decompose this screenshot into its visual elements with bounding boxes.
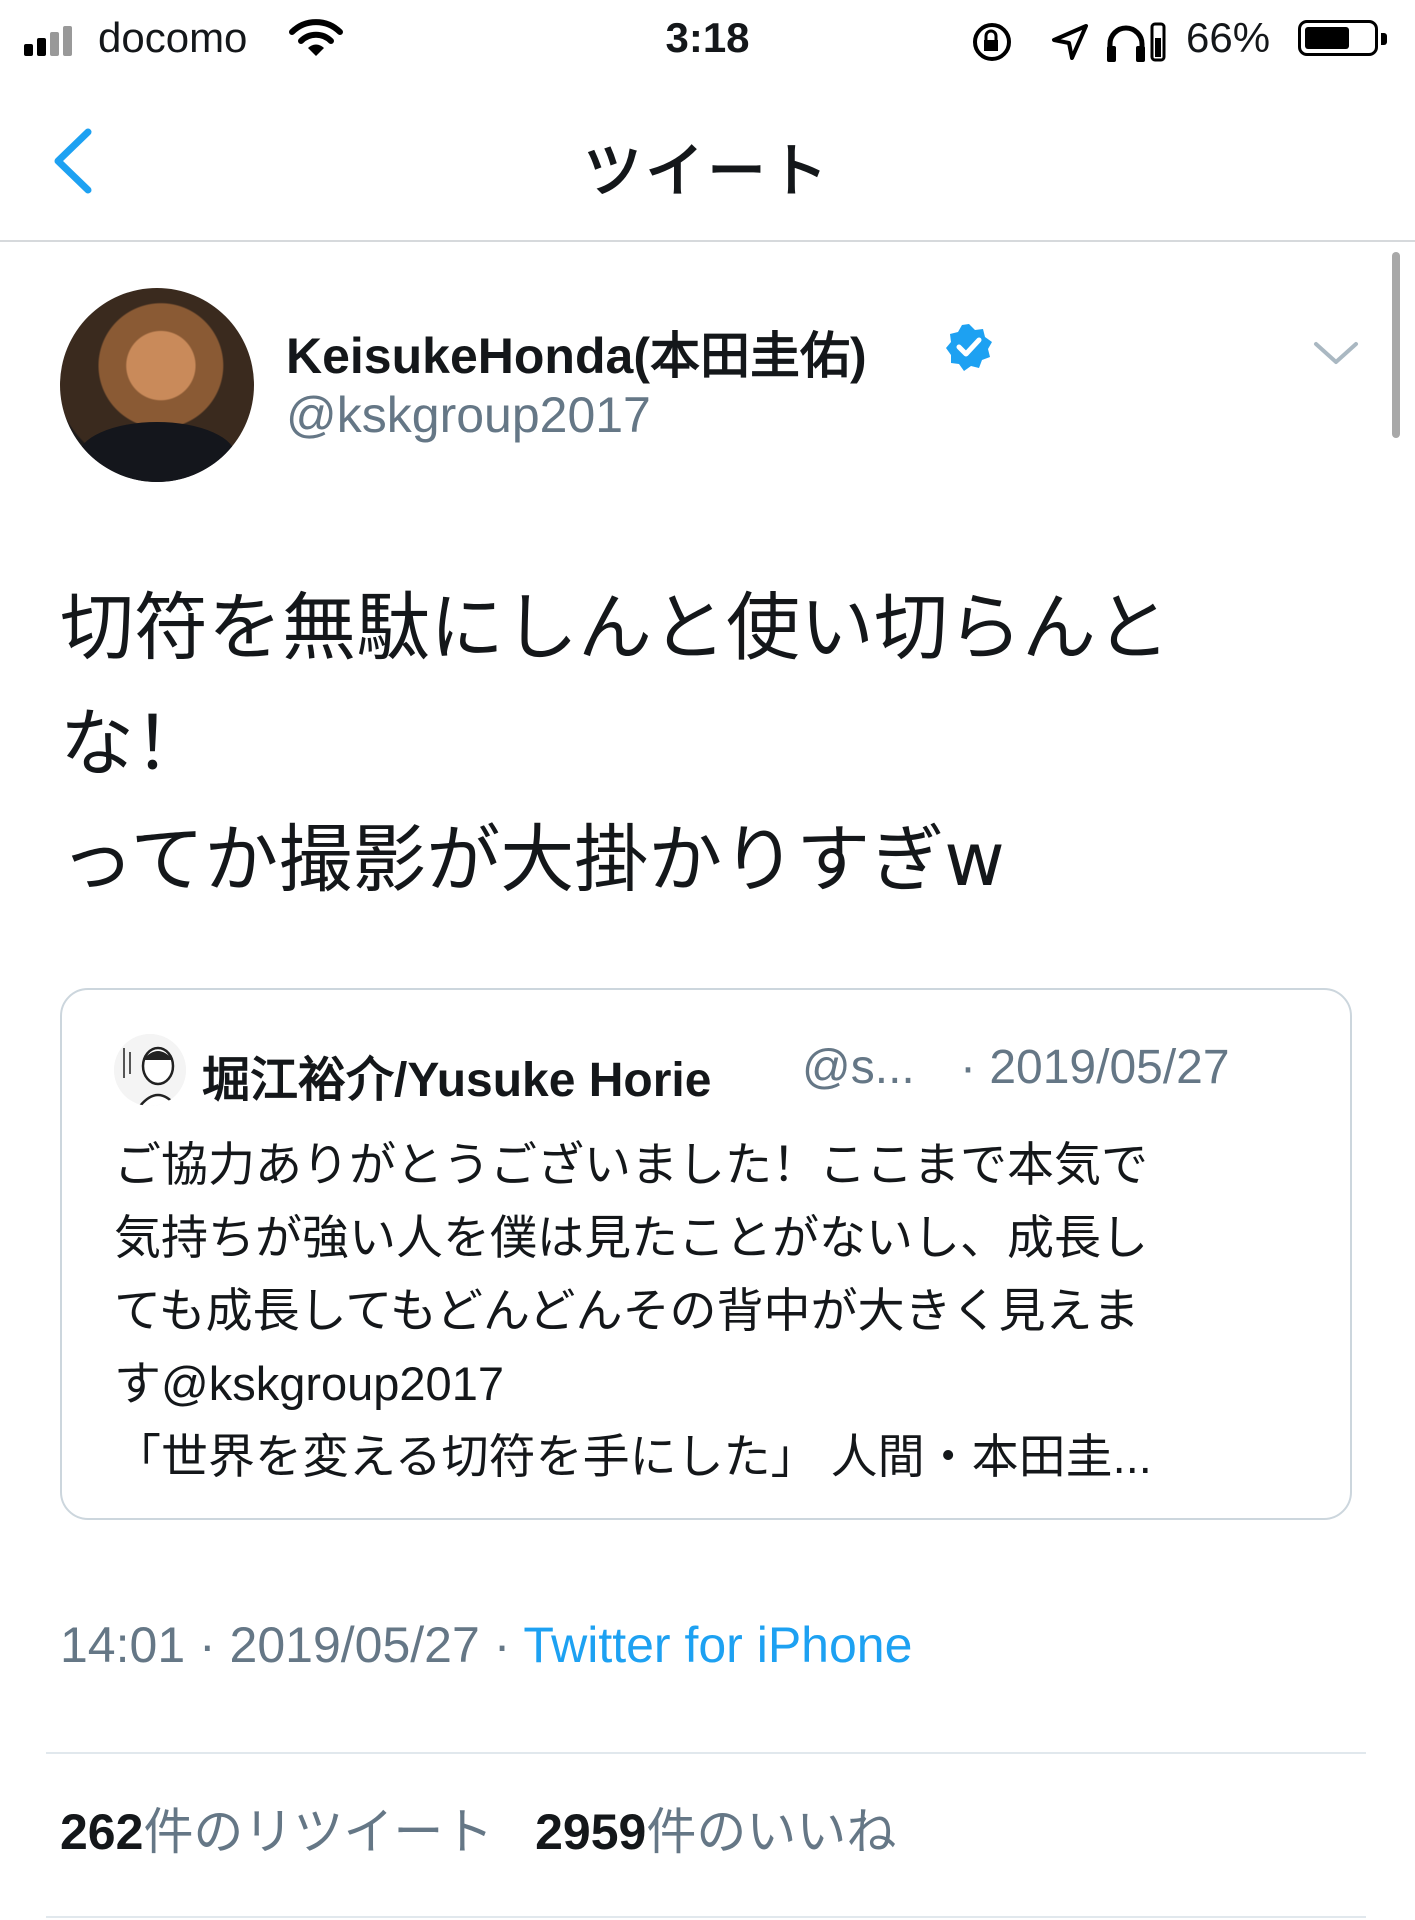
page-title: ツイート [583, 139, 832, 204]
like-count: 2959 [535, 1804, 647, 1860]
headphones-icon [1107, 22, 1166, 62]
orientation-lock-icon [973, 23, 1011, 61]
status-bar: docomo 3:18 66% [0, 0, 1415, 80]
quoted-text-line: す@kskgroup2017 [114, 1357, 504, 1410]
timestamp: 14:01 · 2019/05/27 · [60, 1617, 524, 1673]
navigation-bar: ツイート [0, 80, 1415, 242]
like-label: 件のいいね [646, 1804, 897, 1860]
divider [46, 1916, 1366, 1918]
user-handle[interactable]: @kskgroup2017 [286, 386, 651, 444]
location-icon [1052, 24, 1088, 60]
tweet-stats: 262件のリツイート 2959件のいいね [60, 1792, 896, 1864]
scrollbar[interactable] [1392, 252, 1400, 438]
quoted-display-name: 堀江裕介/Yusuke Horie [202, 1054, 712, 1107]
retweet-count: 262 [60, 1804, 144, 1860]
tweet-meta: 14:01 · 2019/05/27 · Twitter for iPhone [60, 1616, 912, 1674]
tweet-text-line: な！ [60, 701, 208, 787]
divider [46, 1752, 1366, 1754]
source-link[interactable]: Twitter for iPhone [523, 1617, 912, 1673]
tweet-text-line: ってか撮影が大掛かりすぎw [60, 817, 1005, 903]
quoted-text-line: ご協力ありがとうございました！ここまで本気で [114, 1138, 1148, 1191]
quoted-text-line: ても成長してもどんどんその背中が大きく見えま [114, 1284, 1140, 1337]
quoted-avatar [114, 1034, 186, 1106]
quoted-date: · 2019/05/27 [960, 1041, 1230, 1094]
tweet-text-line: 切符を無駄にしんと使い切らんと [60, 585, 1170, 671]
tweet-text: 切符を無駄にしんと使い切らんと な！ ってか撮影が大掛かりすぎw [60, 570, 1320, 918]
retweet-label: 件のリツイート [143, 1804, 494, 1860]
quoted-text-line: 「世界を変える切符を手にした」 人間・本田圭... [114, 1430, 1152, 1483]
quoted-text-line: 気持ちが強い人を僕は見たことがないし、成長し [114, 1211, 1148, 1264]
chevron-down-icon[interactable] [1312, 338, 1360, 368]
quoted-handle: @s... [802, 1041, 915, 1094]
battery-icon [1298, 20, 1387, 56]
battery-percent: 66% [1186, 14, 1271, 61]
display-name[interactable]: KeisukeHonda(本田圭佑) [286, 316, 867, 388]
verified-badge-icon [946, 324, 992, 371]
quoted-text: ご協力ありがとうございました！ここまで本気で 気持ちが強い人を僕は見たことがない… [114, 1128, 1314, 1493]
retweet-stat[interactable]: 262件のリツイート [60, 1804, 493, 1860]
like-stat[interactable]: 2959件のいいね [535, 1804, 896, 1860]
avatar[interactable] [60, 288, 254, 482]
quoted-tweet-card[interactable]: 堀江裕介/Yusuke Horie @s... · 2019/05/27 ご協力… [60, 988, 1352, 1520]
